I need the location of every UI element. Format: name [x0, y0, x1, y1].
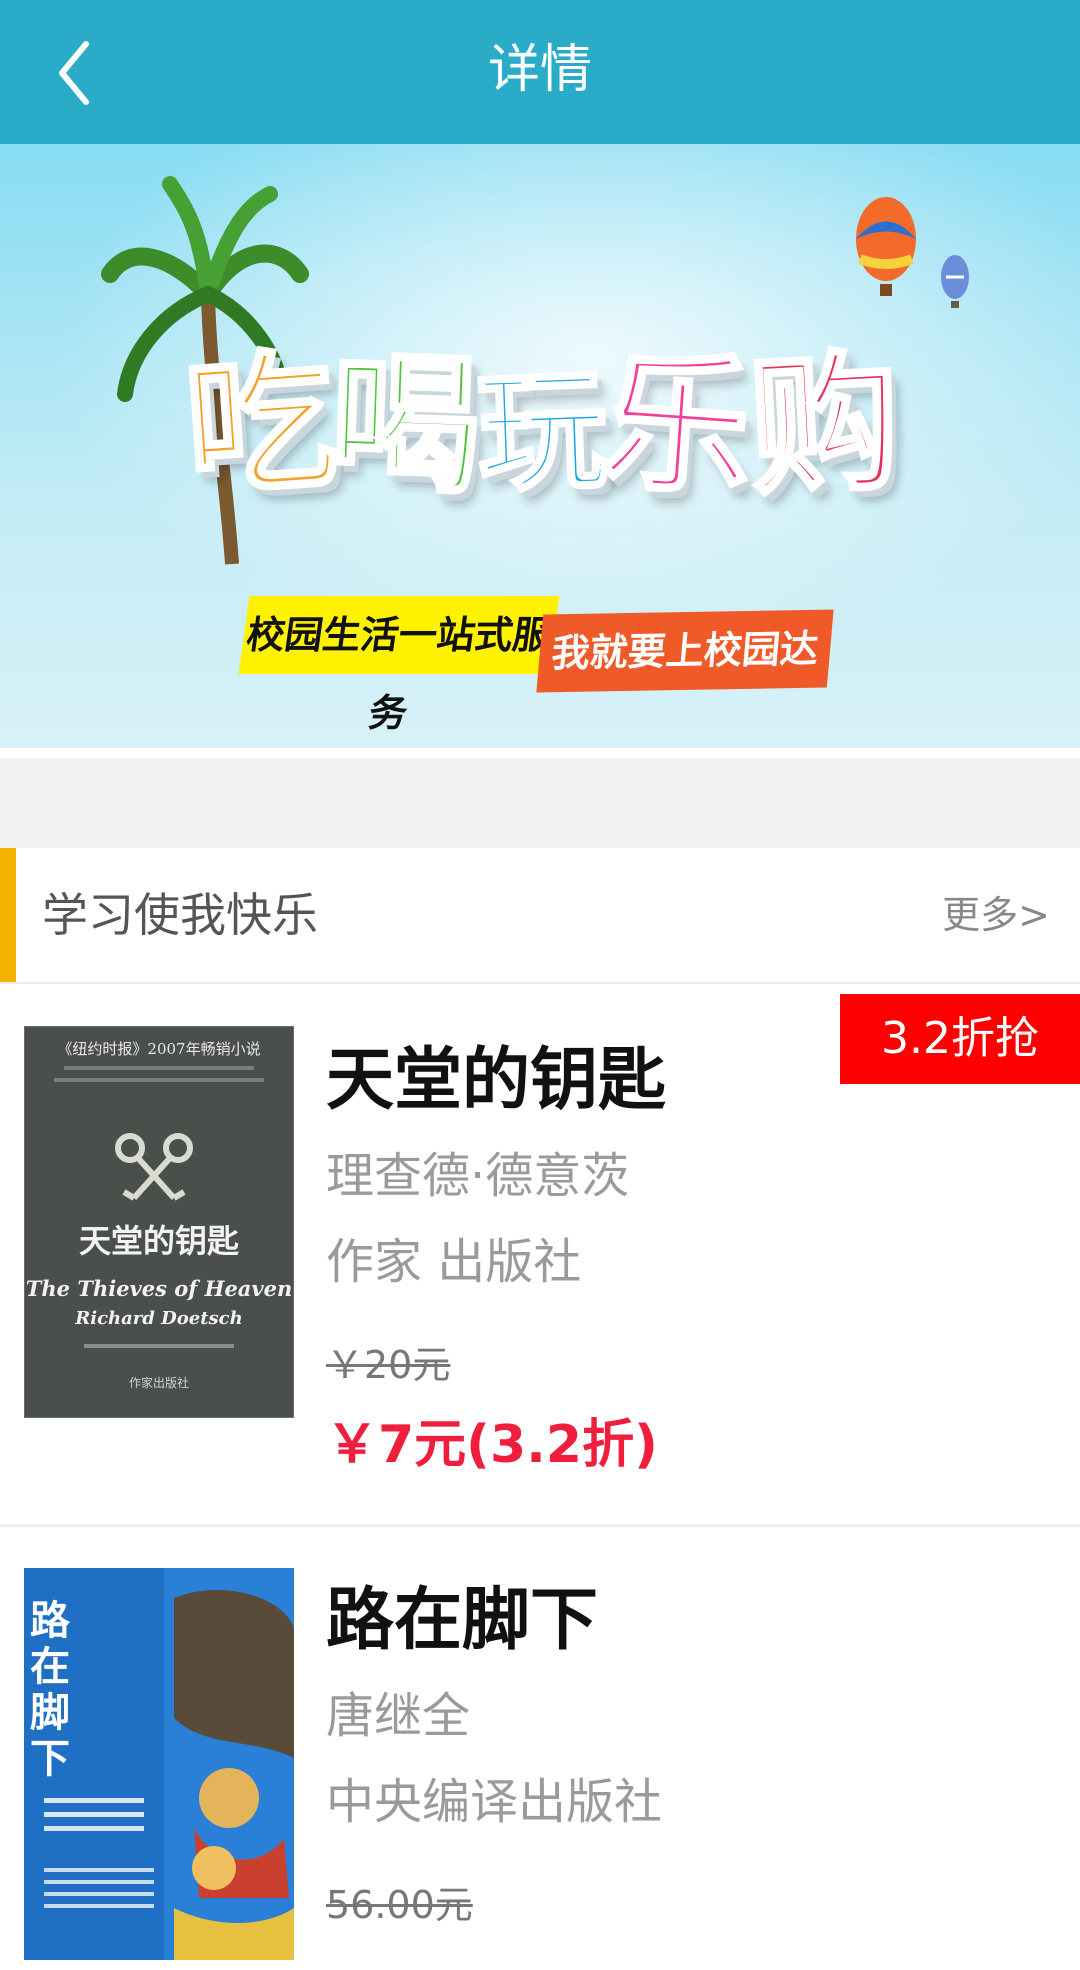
cover-title-cn: 路在脚下 [30, 1598, 70, 1782]
more-link[interactable]: 更多> [942, 848, 1050, 982]
banner-char: 玩 [473, 352, 608, 512]
banner-slogan-right: 我就要上校园达 [536, 609, 834, 693]
banner-char: 购 [743, 333, 902, 518]
top-bar: 详情 [0, 0, 1080, 144]
cover-header-text: 《纽约时报》2007年畅销小说 [57, 1040, 261, 1058]
sale-price: ￥7元(3.2折) [326, 1415, 658, 1475]
book-author: 唐继全 [326, 1688, 471, 1744]
section-accent-bar [0, 848, 16, 982]
book-cover[interactable]: 路在脚下 [24, 1568, 294, 1960]
original-price: ￥20元 [326, 1343, 451, 1387]
banner-char: 吃 [178, 332, 340, 520]
discount-badge[interactable]: 3.2折抢 [840, 994, 1080, 1084]
banner-headline: 吃喝玩乐购 [0, 304, 1080, 521]
book-title[interactable]: 路在脚下 [326, 1564, 598, 1663]
book-publisher: 中央编译出版社 [326, 1774, 663, 1830]
banner-char: 喝 [326, 334, 482, 517]
page-title: 详情 [487, 40, 592, 100]
cover-title-cn: 天堂的钥匙 [78, 1222, 239, 1260]
book-publisher: 作家 出版社 [326, 1234, 582, 1290]
promo-banner[interactable]: 吃喝玩乐购 校园生活一站式服务 我就要上校园达 [0, 144, 1080, 748]
cover-title-en: The Thieves of Heaven [25, 1276, 293, 1301]
book-title[interactable]: 天堂的钥匙 [326, 1024, 666, 1123]
book-cover[interactable]: 《纽约时报》2007年畅销小说 天堂的钥匙 The Thieves of Hea… [24, 1026, 294, 1418]
book-author: 理查德·德意茨 [326, 1148, 630, 1204]
book-card[interactable]: 《纽约时报》2007年畅销小说 天堂的钥匙 The Thieves of Hea… [0, 984, 1080, 1527]
cover-publisher-mark: 作家出版社 [128, 1376, 189, 1390]
section-title: 学习使我快乐 [42, 888, 318, 942]
banner-slogan-left: 校园生活一站式服务 [238, 596, 560, 735]
book-card[interactable]: 路在脚下 路在脚下 唐继全 中央编译出版社 56.00元 [0, 1528, 1080, 1970]
section-divider [0, 758, 1080, 848]
original-price: 56.00元 [326, 1883, 473, 1927]
banner-char: 乐 [594, 332, 756, 520]
cover-author-en: Richard Doetsch [75, 1308, 243, 1329]
section-header: 学习使我快乐 更多> [0, 848, 1080, 984]
